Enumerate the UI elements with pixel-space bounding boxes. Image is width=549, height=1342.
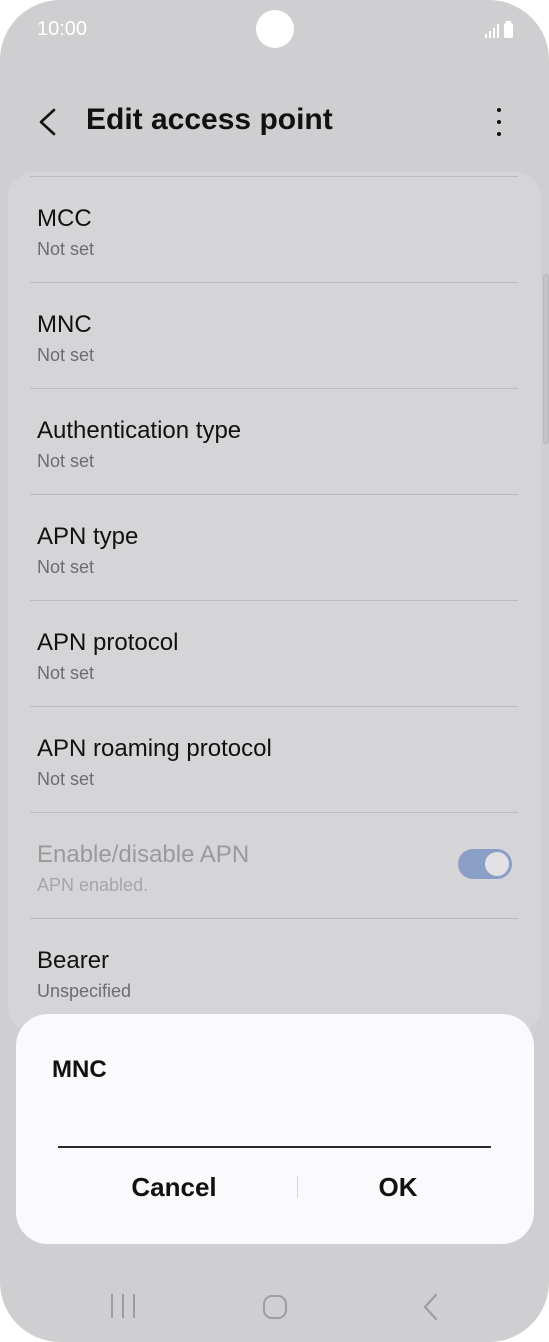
list-item-enable-disable-apn[interactable]: Enable/disable APN APN enabled. (30, 812, 518, 918)
list-item-apn-type[interactable]: APN type Not set (30, 494, 518, 600)
list-item-apn-protocol[interactable]: APN protocol Not set (30, 600, 518, 706)
item-title: APN protocol (37, 629, 179, 656)
signal-icon (485, 24, 499, 38)
list-item-authentication-type[interactable]: Authentication type Not set (30, 388, 518, 494)
list-item-apn-roaming-protocol[interactable]: APN roaming protocol Not set (30, 706, 518, 812)
status-icons (485, 20, 513, 38)
item-title: Enable/disable APN (37, 841, 250, 868)
settings-list: MCC Not set MNC Not set Authentication t… (8, 172, 541, 1032)
item-subtitle: Not set (37, 769, 95, 789)
item-title: MCC (37, 205, 92, 232)
toggle-knob (485, 852, 509, 876)
item-subtitle: Unspecified (37, 981, 132, 1001)
more-vertical-icon[interactable] (484, 104, 514, 140)
page-title: Edit access point (86, 103, 333, 136)
dialog-title: MNC (52, 1056, 107, 1083)
item-subtitle: Not set (37, 663, 95, 683)
home-icon[interactable] (263, 1295, 287, 1319)
apn-toggle[interactable] (458, 849, 512, 879)
nav-back-icon[interactable] (418, 1291, 444, 1323)
battery-icon (504, 21, 513, 38)
item-subtitle: Not set (37, 557, 95, 577)
status-time: 10:00 (37, 18, 88, 40)
scrollbar[interactable] (543, 274, 549, 444)
phone-screen: 10:00 Edit access point MCC Not set MNC … (0, 0, 549, 1342)
item-title: Bearer (37, 947, 110, 974)
item-title: Authentication type (37, 417, 242, 444)
item-title: MNC (37, 311, 92, 338)
mnc-dialog: MNC Cancel OK (16, 1014, 534, 1244)
back-chevron-icon[interactable] (30, 100, 70, 144)
mnc-input[interactable] (58, 1106, 491, 1148)
item-subtitle: APN enabled. (37, 875, 149, 895)
item-title: APN roaming protocol (37, 735, 272, 762)
camera-cutout (256, 10, 294, 48)
item-subtitle: Not set (37, 451, 95, 471)
cancel-button[interactable]: Cancel (64, 1164, 284, 1208)
recents-icon[interactable] (108, 1292, 138, 1322)
item-title: APN type (37, 523, 139, 550)
item-subtitle: Not set (37, 239, 95, 259)
ok-button[interactable]: OK (288, 1164, 508, 1208)
list-item-mnc[interactable]: MNC Not set (30, 282, 518, 388)
item-subtitle: Not set (37, 345, 95, 365)
list-item-mcc[interactable]: MCC Not set (30, 176, 518, 282)
list-item-bearer[interactable]: Bearer Unspecified (30, 918, 518, 1024)
